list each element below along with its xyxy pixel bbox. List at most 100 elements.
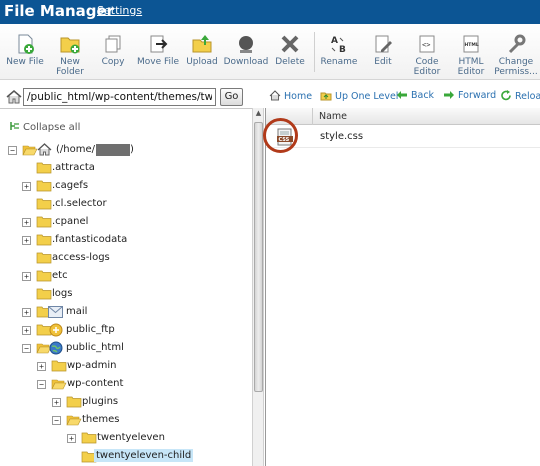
expand-toggle[interactable]: + [22, 182, 31, 191]
tree-node-wp-content[interactable]: − wp-content [37, 376, 147, 393]
tree-node-cagefs[interactable]: + .cagefs [22, 178, 122, 195]
expand-toggle[interactable]: + [22, 308, 31, 317]
code-editor-button[interactable]: <> Code Editor [403, 34, 451, 77]
file-list: Name CSS style.css [265, 108, 540, 466]
toolbar: New File New Folder Copy Move File Uploa… [0, 24, 540, 80]
tree-node-twentyeleven[interactable]: + twentyeleven [67, 430, 187, 447]
folder-label: plugins [82, 396, 119, 407]
home-icon[interactable] [6, 90, 22, 104]
expand-toggle[interactable]: + [22, 272, 31, 281]
settings-link[interactable]: Settings [97, 4, 142, 17]
svg-text:HTML: HTML [465, 42, 479, 48]
expand-toggle[interactable]: + [22, 236, 31, 245]
expand-toggle[interactable]: + [22, 218, 31, 227]
scroll-up-arrow-icon[interactable]: ▲ [254, 109, 263, 119]
tree-node-public-html[interactable]: − public_html [22, 340, 142, 357]
reload-icon [501, 90, 511, 101]
open-folder-icon [22, 145, 38, 156]
envelope-icon [48, 306, 63, 318]
root-path-close: ) [130, 144, 134, 155]
folder-label: .fantasticodata [52, 234, 128, 245]
new-folder-label: New Folder [56, 57, 84, 77]
tree-node-etc[interactable]: + etc [22, 268, 102, 285]
up-one-level-button[interactable]: Up One Level [320, 90, 398, 102]
path-input[interactable] [23, 88, 216, 106]
back-button[interactable]: Back [396, 90, 434, 101]
back-label: Back [411, 90, 435, 101]
app-header: File Manager Settings [0, 0, 540, 24]
folder-label: twentyeleven [97, 432, 165, 443]
folder-icon [36, 180, 52, 192]
reload-label: Reload [515, 91, 540, 102]
tree-node-attracta[interactable]: .attracta [22, 160, 122, 177]
folder-label: wp-content [67, 378, 124, 389]
home-icon [269, 90, 281, 101]
tree-node-mail[interactable]: + mail [22, 304, 112, 321]
column-header-name[interactable]: Name [319, 111, 347, 122]
up-folder-icon [320, 92, 332, 101]
file-row[interactable]: CSS style.css [266, 126, 540, 148]
home-button[interactable]: Home [269, 90, 312, 102]
upload-button[interactable]: Upload [178, 34, 226, 67]
collapse-all-button[interactable]: Collapse all [9, 121, 80, 133]
expand-toggle[interactable]: + [37, 362, 46, 371]
folder-label: public_ftp [66, 324, 115, 335]
tree-node-public-ftp[interactable]: + public_ftp [22, 322, 132, 339]
tree-node-cl-selector[interactable]: .cl.selector [22, 196, 122, 213]
tree-node-logs[interactable]: logs [22, 286, 102, 303]
expand-toggle[interactable]: + [67, 434, 76, 443]
folder-label: logs [52, 288, 73, 299]
forward-button[interactable]: Forward [443, 90, 496, 101]
rename-button[interactable]: AB Rename [315, 34, 363, 67]
tree-node-fantasticodata[interactable]: + .fantasticodata [22, 232, 152, 249]
move-file-icon [150, 35, 168, 53]
tree-node-cpanel[interactable]: + .cpanel [22, 214, 122, 231]
tree-node-themes[interactable]: − themes [52, 412, 152, 429]
navigation-bar: Home Up One Level Back Forward Reload [265, 86, 540, 108]
move-file-label: Move File [136, 57, 180, 67]
copy-label: Copy [101, 57, 125, 67]
expand-toggle[interactable]: + [52, 398, 61, 407]
collapse-toggle[interactable]: − [8, 146, 17, 155]
tree-node-home[interactable]: − (/home/ ) [8, 142, 158, 159]
collapse-toggle[interactable]: − [37, 380, 46, 389]
edit-label: Edit [374, 57, 392, 67]
change-permissions-button[interactable]: Change Permiss... [492, 34, 540, 77]
expand-toggle[interactable]: + [22, 326, 31, 335]
tree-node-plugins[interactable]: + plugins [52, 394, 152, 411]
globe-icon [49, 341, 63, 355]
html-editor-button[interactable]: HTML HTML Editor [447, 34, 495, 77]
download-button[interactable]: Download [222, 34, 270, 67]
new-file-icon [18, 34, 34, 54]
go-button[interactable]: Go [220, 88, 243, 106]
tree-node-wp-admin[interactable]: + wp-admin [37, 358, 137, 375]
new-file-button[interactable]: New File [1, 34, 49, 67]
download-label: Download [223, 57, 269, 67]
delete-button[interactable]: Delete [266, 34, 314, 67]
rename-icon: AB [331, 36, 346, 54]
copy-button[interactable]: Copy [89, 34, 137, 67]
tree-node-access-logs[interactable]: access-logs [22, 250, 142, 267]
highlight-circle [263, 118, 298, 153]
folder-tree: Collapse all − (/home/ ) .attracta + .ca… [0, 108, 252, 466]
reload-button[interactable]: Reload [500, 90, 540, 102]
open-folder-icon [51, 379, 67, 390]
collapse-toggle[interactable]: − [52, 416, 61, 425]
scrollbar-thumb[interactable] [254, 122, 263, 392]
html-editor-icon: HTML [463, 35, 479, 53]
redacted-username [96, 144, 130, 156]
folder-icon [51, 360, 67, 372]
new-folder-icon [60, 37, 80, 54]
upload-icon [192, 35, 212, 53]
new-file-label: New File [6, 57, 44, 67]
tree-scrollbar[interactable]: ▲ [252, 108, 264, 466]
new-folder-button[interactable]: New Folder [46, 34, 94, 77]
edit-button[interactable]: Edit [359, 34, 407, 67]
forward-label: Forward [458, 90, 497, 101]
permissions-icon [508, 34, 526, 54]
delete-icon [281, 35, 299, 53]
move-file-button[interactable]: Move File [134, 34, 182, 67]
collapse-toggle[interactable]: − [22, 344, 31, 353]
tree-node-twentyeleven-child[interactable]: twentyeleven-child [67, 448, 207, 465]
home-icon [37, 143, 52, 156]
